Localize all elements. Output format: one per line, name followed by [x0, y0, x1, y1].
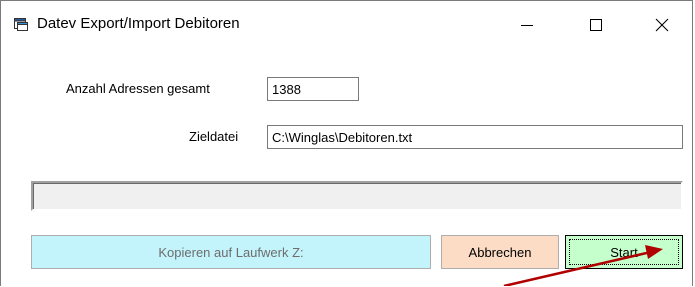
progress-bar — [31, 181, 683, 211]
address-count-label: Anzahl Adressen gesamt — [66, 81, 210, 96]
window-title: Datev Export/Import Debitoren — [37, 15, 240, 32]
start-button[interactable]: Start — [565, 235, 683, 269]
app-window: Datev Export/Import Debitoren Anzahl Adr… — [0, 0, 693, 287]
cancel-button[interactable]: Abbrechen — [441, 235, 559, 269]
title-bar[interactable]: Datev Export/Import Debitoren — [1, 1, 692, 49]
form-body: Anzahl Adressen gesamt Zieldatei Kopiere… — [1, 49, 692, 287]
form-window-icon — [13, 16, 29, 32]
maximize-icon — [590, 19, 602, 31]
start-button-label: Start — [610, 244, 638, 260]
close-icon — [655, 18, 669, 32]
target-file-label: Zieldatei — [189, 129, 239, 144]
copy-to-drive-label: Kopieren auf Laufwerk Z: — [158, 244, 304, 260]
target-file-field[interactable] — [267, 125, 683, 149]
minimize-button[interactable] — [504, 1, 550, 49]
maximize-button[interactable] — [573, 1, 619, 49]
copy-to-drive-button[interactable]: Kopieren auf Laufwerk Z: — [31, 235, 431, 269]
close-button[interactable] — [639, 1, 685, 49]
address-count-field[interactable] — [267, 77, 359, 101]
cancel-button-label: Abbrechen — [468, 244, 532, 260]
minimize-icon — [521, 19, 533, 31]
